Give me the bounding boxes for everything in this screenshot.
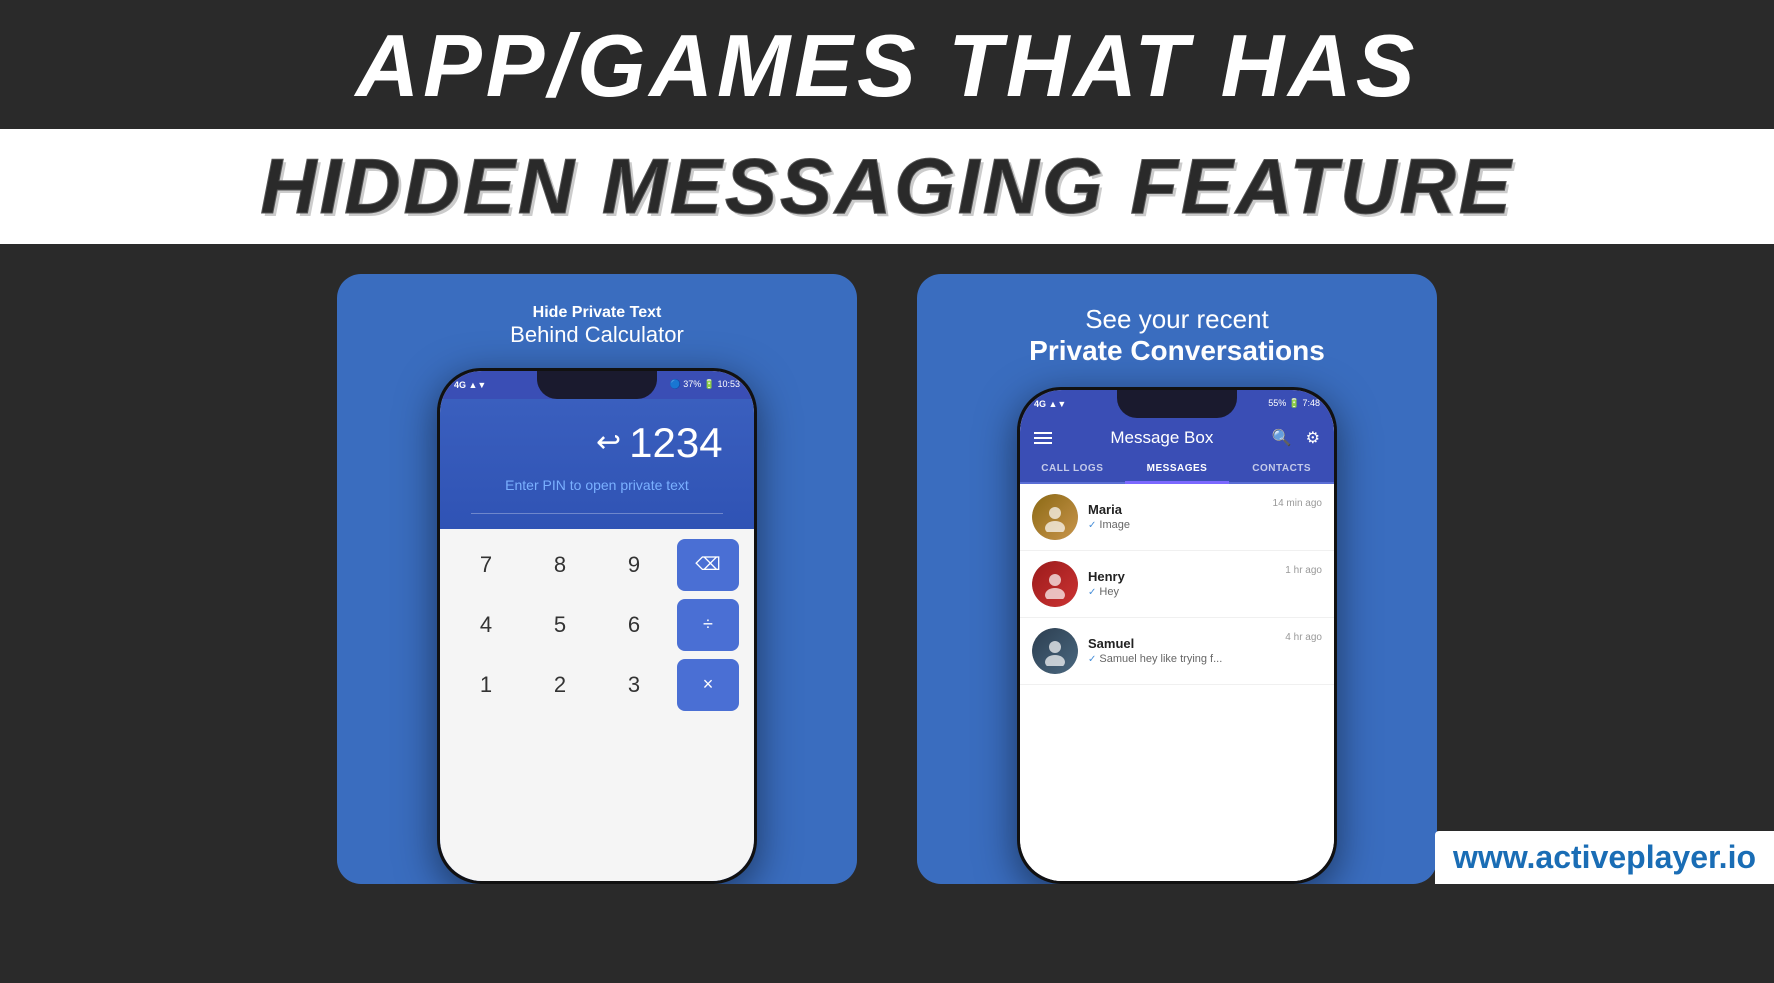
message-item-samuel[interactable]: Samuel ✓ Samuel hey like trying f... 4 h… [1020,618,1334,685]
message-item-maria[interactable]: Maria ✓ Image 14 min ago [1020,484,1334,551]
msg-preview-samuel: ✓ Samuel hey like trying f... [1088,653,1285,665]
check-icon-samuel: ✓ [1088,654,1096,665]
status-battery-right: 55% 🔋 7:48 [1268,398,1320,408]
hamburger-menu-icon[interactable] [1034,432,1052,444]
maria-avatar-svg [1040,502,1070,532]
pin-hint: Enter PIN to open private text [505,477,689,493]
samuel-avatar-svg [1040,636,1070,666]
right-desc-see: See your recent [1029,304,1325,335]
key-6[interactable]: 6 [603,599,665,651]
left-phone-mockup: 4G ▲▼ 🔵 37% 🔋 10:53 ↪ 1234 Enter PIN to … [437,368,757,884]
right-phone-mockup: 4G ▲▼ 55% 🔋 7:48 Message Box [1017,387,1337,884]
middle-banner: HIDDEN MESSAGING FEATURE [0,129,1774,244]
msg-app-header: Message Box 🔍 ⚙ [1020,418,1334,456]
henry-avatar-svg [1040,569,1070,599]
contact-name-henry: Henry [1088,569,1285,584]
left-desc-bold: Hide Private Text [533,304,662,321]
status-network-right: 4G ▲▼ [1034,399,1066,409]
contact-name-samuel: Samuel [1088,636,1285,651]
key-divide[interactable]: ÷ [677,599,739,651]
tab-call-logs[interactable]: CALL LOGS [1020,456,1125,482]
calc-divider [471,513,722,514]
headline-line1: APP/GAMES THAT HAS [20,18,1754,115]
bottom-section: Hide Private Text Behind Calculator 4G ▲… [0,244,1774,884]
status-network: 4G ▲▼ [454,380,486,390]
app-title: Message Box [1110,428,1213,448]
pin-number: 1234 [629,419,722,467]
msg-text-henry: Hey [1099,586,1119,598]
pin-display: ↪ 1234 [471,419,722,467]
msg-time-henry: 1 hr ago [1285,565,1322,576]
watermark-badge: www.activeplayer.io [1435,831,1774,884]
top-banner: APP/GAMES THAT HAS [0,0,1774,129]
contact-name-maria: Maria [1088,502,1273,517]
phone-notch-right [1117,390,1237,418]
calculator-screen: ↪ 1234 Enter PIN to open private text 7 … [440,399,754,881]
key-multiply[interactable]: × [677,659,739,711]
tab-contacts[interactable]: CONTACTS [1229,456,1334,482]
msg-info-henry: Henry ✓ Hey [1088,569,1285,598]
message-item-henry[interactable]: Henry ✓ Hey 1 hr ago [1020,551,1334,618]
message-list: Maria ✓ Image 14 min ago [1020,484,1334,881]
msg-time-samuel: 4 hr ago [1285,632,1322,643]
calc-row-3: 1 2 3 × [455,659,739,711]
watermark-text: www.activeplayer.io [1453,839,1756,875]
msg-info-maria: Maria ✓ Image [1088,502,1273,531]
calc-row-1: 7 8 9 ⌫ [455,539,739,591]
status-right-right: 55% 🔋 7:48 [1268,398,1320,409]
settings-icon[interactable]: ⚙ [1306,428,1320,448]
status-time: 🔵 37% 🔋 10:53 [670,379,740,389]
key-9[interactable]: 9 [603,539,665,591]
key-2[interactable]: 2 [529,659,591,711]
msg-preview-maria: ✓ Image [1088,519,1273,531]
msg-info-samuel: Samuel ✓ Samuel hey like trying f... [1088,636,1285,665]
left-desc-main: Hide Private Text [510,304,684,322]
right-phone-card: See your recent Private Conversations 4G… [917,274,1437,884]
left-phone-card: Hide Private Text Behind Calculator 4G ▲… [337,274,857,884]
avatar-maria [1032,494,1078,540]
key-3[interactable]: 3 [603,659,665,711]
key-4[interactable]: 4 [455,599,517,651]
avatar-henry [1032,561,1078,607]
right-desc-bold: Private Conversations [1029,335,1325,367]
calc-row-2: 4 5 6 ÷ [455,599,739,651]
key-backspace[interactable]: ⌫ [677,539,739,591]
msg-preview-henry: ✓ Hey [1088,586,1285,598]
left-desc-sub: Behind Calculator [510,322,684,348]
app-action-icons: 🔍 ⚙ [1272,428,1320,448]
arrow-icon: ↪ [596,425,621,460]
msg-text-maria: Image [1099,519,1130,531]
msg-time-maria: 14 min ago [1273,498,1322,509]
key-7[interactable]: 7 [455,539,517,591]
status-left-info: 4G ▲▼ [454,380,486,390]
right-phone-screen: 4G ▲▼ 55% 🔋 7:48 Message Box [1020,390,1334,881]
right-card-description: See your recent Private Conversations [1029,304,1325,367]
status-right-info: 🔵 37% 🔋 10:53 [670,379,740,390]
left-phone-screen: 4G ▲▼ 🔵 37% 🔋 10:53 ↪ 1234 Enter PIN to … [440,371,754,881]
status-left-right: 4G ▲▼ [1034,399,1066,409]
phone-notch-left [537,371,657,399]
msg-text-samuel: Samuel hey like trying f... [1099,653,1222,665]
search-icon[interactable]: 🔍 [1272,428,1292,448]
msg-title-row: Message Box 🔍 ⚙ [1034,428,1320,448]
msg-tabs-bar: CALL LOGS MESSAGES CONTACTS [1020,456,1334,484]
calc-keypad: 7 8 9 ⌫ 4 5 6 ÷ 1 2 [440,529,754,881]
avatar-samuel [1032,628,1078,674]
tab-messages[interactable]: MESSAGES [1125,456,1230,484]
check-icon-maria: ✓ [1088,520,1096,531]
key-8[interactable]: 8 [529,539,591,591]
check-icon-henry: ✓ [1088,587,1096,598]
left-card-description: Hide Private Text Behind Calculator [510,304,684,348]
key-1[interactable]: 1 [455,659,517,711]
message-box-app: Message Box 🔍 ⚙ CALL LOGS MESSAGES CONTA… [1020,418,1334,881]
key-5[interactable]: 5 [529,599,591,651]
headline-line2: HIDDEN MESSAGING FEATURE [20,141,1754,232]
